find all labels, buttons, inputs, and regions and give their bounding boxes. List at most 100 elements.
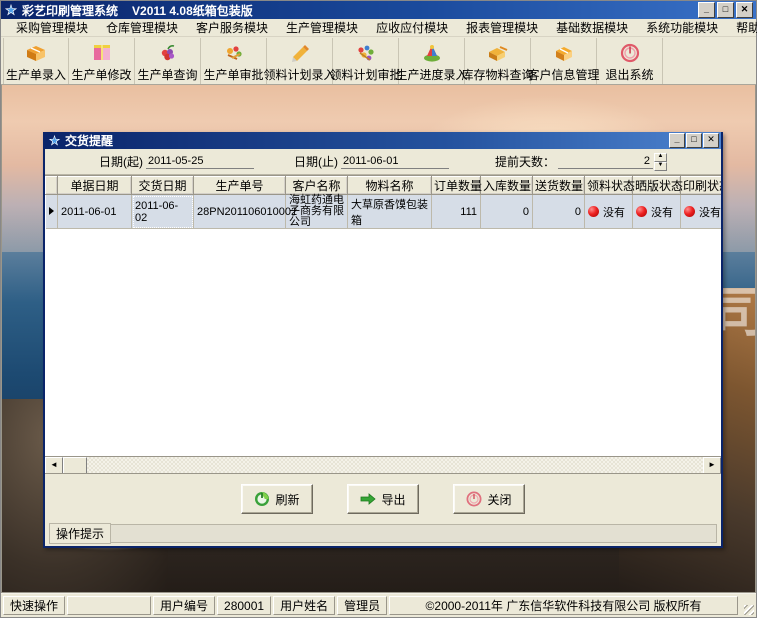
date-from-input[interactable] bbox=[145, 154, 254, 169]
cell-plate-status[interactable]: 没有 bbox=[632, 194, 681, 229]
application-window: 彩艺印刷管理系统 V2011 4.08纸箱包装版 _ □ ✕ 采购管理模块 仓库… bbox=[0, 0, 757, 618]
toolbar-button-stock-query[interactable]: 库存物料查询 bbox=[462, 38, 534, 84]
cell-delivery-date[interactable]: 2011-06-02 bbox=[131, 194, 194, 229]
menu-item-production[interactable]: 生产管理模块 bbox=[277, 18, 367, 37]
toolbar-button-picking-plan-approve[interactable]: 领料计划审批 bbox=[330, 38, 402, 84]
toolbar-button-production-approve[interactable]: 生产单审批 bbox=[201, 38, 267, 84]
table-row[interactable]: 2011-06-01 2011-06-02 28PN201106010002 海… bbox=[45, 194, 721, 229]
cell-doc-date[interactable]: 2011-06-01 bbox=[57, 194, 132, 229]
cell-print-status[interactable]: 没有 bbox=[680, 194, 721, 229]
exit-icon bbox=[617, 41, 643, 65]
menu-item-reports[interactable]: 报表管理模块 bbox=[457, 18, 547, 37]
status-badge: 没有 bbox=[651, 206, 673, 219]
menu-item-basic-data[interactable]: 基础数据模块 bbox=[547, 18, 637, 37]
dialog-title-bar: 交货提醒 _ □ ✕ bbox=[45, 132, 721, 149]
resize-grip-icon[interactable] bbox=[740, 596, 754, 615]
dialog-button-row: 刷新 导出 关闭 bbox=[45, 474, 721, 524]
scroll-left-button[interactable]: ◄ bbox=[45, 456, 63, 473]
customer-icon bbox=[551, 41, 577, 65]
dialog-minimize-button[interactable]: _ bbox=[669, 133, 685, 148]
column-header-delivery-date[interactable]: 交货日期 bbox=[131, 176, 194, 195]
toolbar-button-production-progress-entry[interactable]: 生产进度录入 bbox=[395, 38, 468, 84]
grid-header-row: 单据日期 交货日期 生产单号 客户名称 物料名称 订单数量 入库数量 送货数量 … bbox=[45, 176, 721, 195]
row-selector-marker[interactable] bbox=[45, 194, 58, 229]
toolbar-label: 生产单修改 bbox=[71, 68, 132, 82]
column-header-plate-status[interactable]: 晒版状态 bbox=[632, 176, 683, 195]
minimize-button[interactable]: _ bbox=[698, 2, 715, 18]
main-menu-bar: 采购管理模块 仓库管理模块 客户服务模块 生产管理模块 应收应付模块 报表管理模… bbox=[1, 18, 757, 37]
toolbar-button-customer-management[interactable]: 客户信息管理 bbox=[527, 38, 600, 84]
status-badge: 没有 bbox=[603, 206, 625, 219]
status-user-name-value: 管理员 bbox=[337, 596, 388, 615]
plan-icon bbox=[287, 41, 313, 65]
date-from-group: 日期(起) bbox=[99, 153, 254, 170]
maximize-button[interactable]: □ bbox=[717, 2, 734, 18]
scrollbar-thumb[interactable] bbox=[63, 456, 87, 473]
toolbar-label: 生产单查询 bbox=[137, 68, 198, 82]
cell-material[interactable]: 大草原香馍包装箱 bbox=[347, 194, 432, 229]
column-header-stock-qty[interactable]: 入库数量 bbox=[480, 176, 533, 195]
delivery-reminder-grid[interactable]: 单据日期 交货日期 生产单号 客户名称 物料名称 订单数量 入库数量 送货数量 … bbox=[45, 175, 721, 474]
cell-order-no[interactable]: 28PN201106010002 bbox=[193, 194, 297, 229]
menu-item-warehouse[interactable]: 仓库管理模块 bbox=[97, 18, 187, 37]
toolbar-label: 生产进度录入 bbox=[395, 68, 468, 82]
column-header-material[interactable]: 物料名称 bbox=[347, 176, 432, 195]
toolbar-button-production-entry[interactable]: 生产单录入 bbox=[3, 38, 69, 84]
toolbar-button-production-query[interactable]: 生产单查询 bbox=[135, 38, 201, 84]
scrollbar-track[interactable] bbox=[87, 457, 703, 473]
cell-stock-qty[interactable]: 0 bbox=[480, 194, 533, 229]
box-icon bbox=[23, 41, 49, 65]
plan-approve-icon bbox=[353, 41, 379, 65]
grid-horizontal-scrollbar[interactable]: ◄ ► bbox=[45, 456, 721, 473]
refresh-button[interactable]: 刷新 bbox=[241, 484, 313, 514]
menu-item-customer-service[interactable]: 客户服务模块 bbox=[187, 18, 277, 37]
column-header-print-status[interactable]: 印刷状态 bbox=[680, 176, 721, 195]
export-button[interactable]: 导出 bbox=[347, 484, 419, 514]
toolbar-button-production-modify[interactable]: 生产单修改 bbox=[69, 38, 135, 84]
scroll-right-button[interactable]: ► bbox=[703, 456, 721, 473]
toolbar-label: 领料计划录入 bbox=[263, 68, 336, 82]
status-quick-action-label[interactable]: 快速操作 bbox=[3, 596, 66, 615]
cell-picking-status[interactable]: 没有 bbox=[584, 194, 633, 229]
progress-icon bbox=[419, 41, 445, 65]
toolbar-label: 生产单录入 bbox=[5, 68, 66, 82]
dialog-maximize-button[interactable]: □ bbox=[686, 133, 702, 148]
advance-days-input[interactable] bbox=[558, 154, 653, 169]
close-dialog-button[interactable]: 关闭 bbox=[453, 484, 525, 514]
column-header-customer[interactable]: 客户名称 bbox=[285, 176, 348, 195]
row-marker-header bbox=[45, 176, 58, 195]
cell-order-qty[interactable]: 111 bbox=[431, 194, 481, 229]
dialog-close-button[interactable]: ✕ bbox=[703, 133, 719, 148]
advance-days-stepper[interactable]: ▲ ▼ bbox=[558, 152, 667, 171]
column-header-order-no[interactable]: 生产单号 bbox=[193, 176, 286, 195]
toolbar-label: 生产单审批 bbox=[203, 68, 264, 82]
app-title: 彩艺印刷管理系统 bbox=[22, 3, 119, 18]
app-logo-icon bbox=[4, 3, 18, 17]
date-to-input[interactable] bbox=[340, 154, 449, 169]
menu-item-help[interactable]: 帮助 bbox=[727, 18, 757, 37]
cell-customer[interactable]: 海虹药通电子商务有限公司 bbox=[285, 194, 348, 229]
toolbar-label: 客户信息管理 bbox=[527, 68, 600, 82]
spinner-up-icon[interactable]: ▲ bbox=[654, 152, 667, 162]
menu-item-receivable-payable[interactable]: 应收应付模块 bbox=[367, 18, 457, 37]
cell-delivered-qty[interactable]: 0 bbox=[532, 194, 585, 229]
toolbar-button-picking-plan-entry[interactable]: 领料计划录入 bbox=[263, 38, 336, 84]
status-badge: 没有 bbox=[699, 206, 721, 219]
column-header-doc-date[interactable]: 单据日期 bbox=[57, 176, 132, 195]
spinner-buttons[interactable]: ▲ ▼ bbox=[654, 152, 667, 171]
toolbar-button-exit-system[interactable]: 退出系统 bbox=[597, 38, 663, 84]
spinner-down-icon[interactable]: ▼ bbox=[654, 161, 667, 171]
close-button[interactable]: ✕ bbox=[736, 2, 753, 18]
operation-hint-bar: 操作提示 bbox=[45, 523, 721, 546]
column-header-order-qty[interactable]: 订单数量 bbox=[431, 176, 482, 195]
column-header-delivered-qty[interactable]: 送货数量 bbox=[532, 176, 585, 195]
date-from-label: 日期(起) bbox=[98, 155, 143, 169]
main-title-bar: 彩艺印刷管理系统 V2011 4.08纸箱包装版 _ □ ✕ bbox=[1, 1, 756, 19]
stock-icon bbox=[485, 41, 511, 65]
menu-item-purchasing[interactable]: 采购管理模块 bbox=[7, 18, 97, 37]
status-copyright: ©2000-2011年 广东信华软件科技有限公司 版权所有 bbox=[389, 596, 738, 615]
operation-hint-value bbox=[111, 524, 717, 543]
menu-item-system[interactable]: 系统功能模块 bbox=[637, 18, 727, 37]
column-header-picking-status[interactable]: 领料状态 bbox=[584, 176, 635, 195]
date-to-label: 日期(止) bbox=[293, 155, 338, 169]
